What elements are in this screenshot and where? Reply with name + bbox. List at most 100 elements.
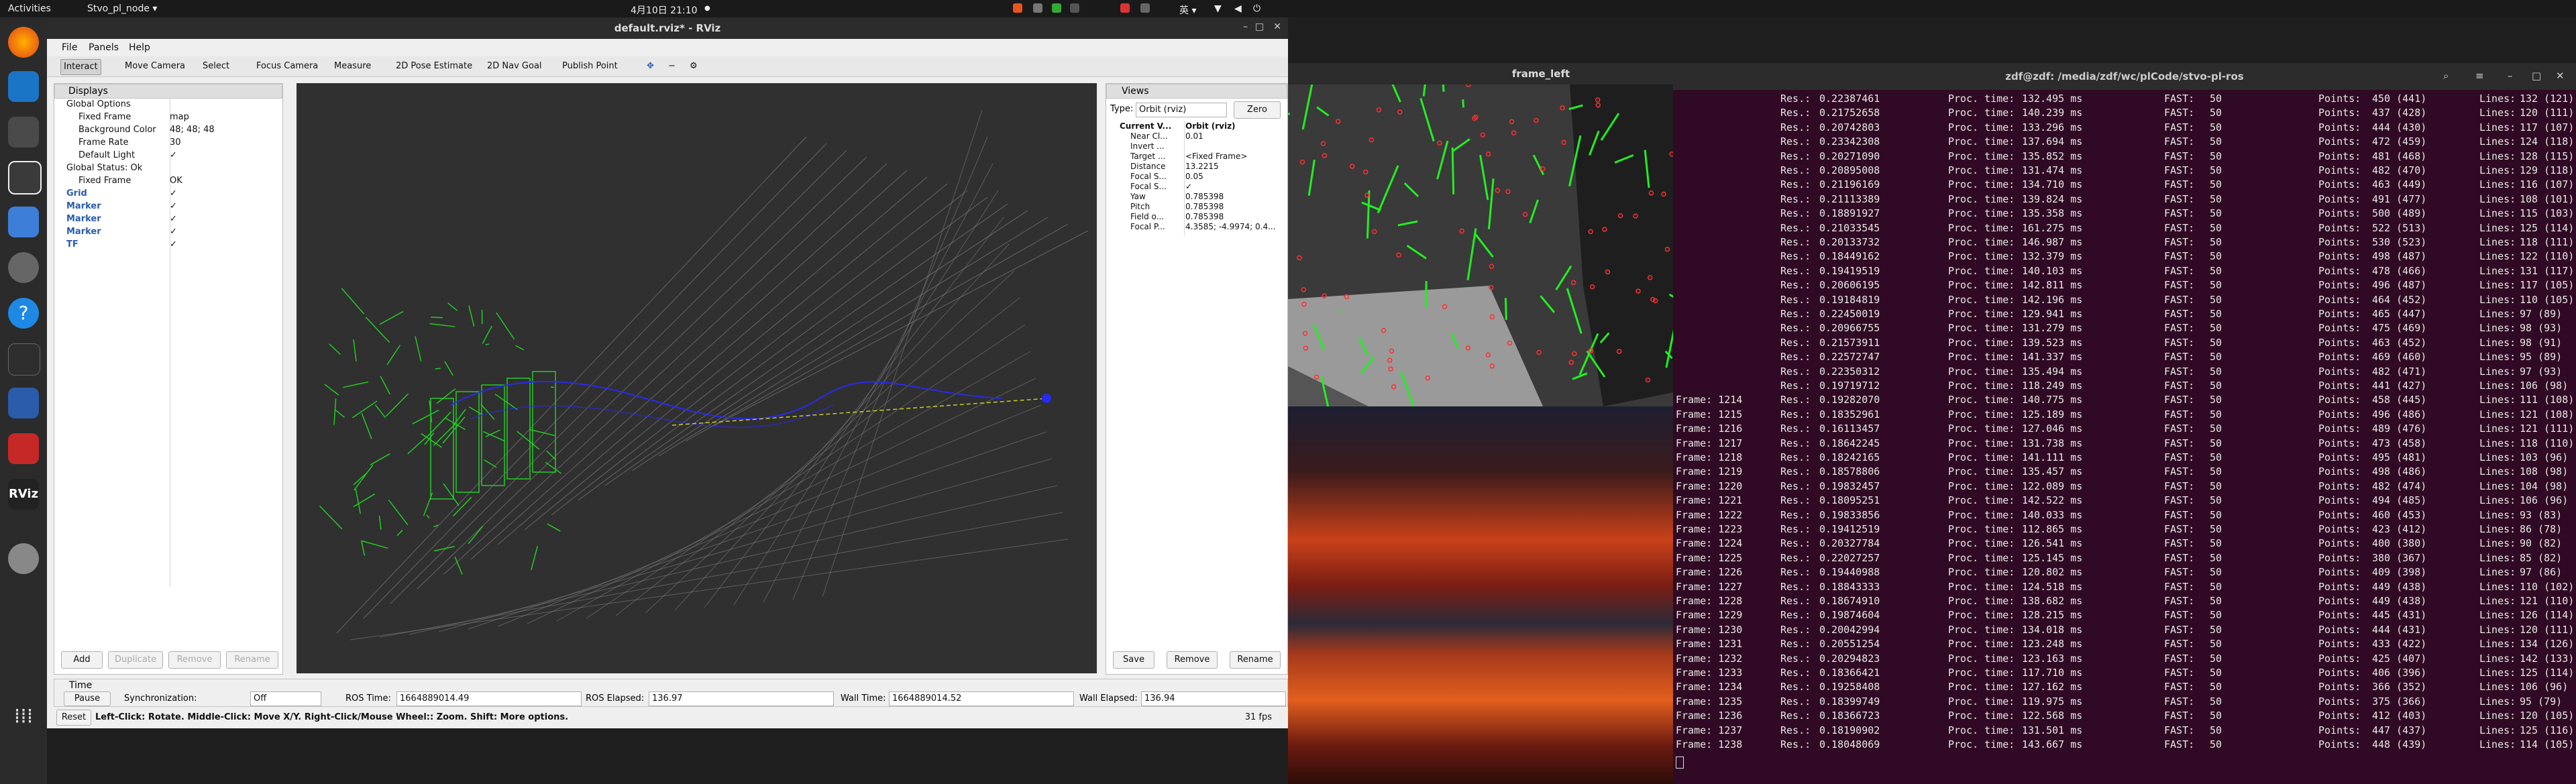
minimize-button[interactable]: – [1243, 21, 1248, 32]
terminal-maximize-button[interactable]: □ [2532, 70, 2541, 82]
indicator-icon[interactable] [1013, 3, 1022, 13]
files-icon[interactable] [8, 117, 39, 148]
display-row[interactable]: Fixed Frame OK [54, 175, 281, 187]
display-row[interactable]: Frame Rate 30 [54, 137, 281, 149]
view-row[interactable]: Yaw 0.785398 [1106, 192, 1286, 202]
libreoffice-impress-icon[interactable] [8, 433, 39, 464]
tool-2d-nav-goal[interactable]: 2D Nav Goal [484, 59, 545, 74]
settings-icon[interactable] [8, 252, 39, 283]
remove-button[interactable]: Remove [168, 651, 221, 669]
remove-tool-icon[interactable]: − [665, 59, 678, 74]
app-menu[interactable]: Stvo_pl_node ▾ [87, 3, 157, 14]
view-row[interactable]: Current V... Orbit (rviz) [1106, 121, 1286, 131]
apps-grid-icon[interactable]: ⁞⁞⁞ [8, 702, 39, 732]
close-button[interactable]: ✕ [1273, 21, 1281, 32]
display-row[interactable]: Marker ✓ [54, 213, 281, 225]
display-row-value[interactable]: ✓ [170, 201, 177, 213]
view-row-value[interactable]: 0.01 [1185, 131, 1203, 142]
view-row[interactable]: Distance 13.2215 [1106, 162, 1286, 172]
tool-move-camera[interactable]: Move Camera [122, 59, 188, 74]
tool-focus-camera[interactable]: Focus Camera [254, 59, 321, 74]
view-row-value[interactable]: 13.2215 [1185, 162, 1219, 172]
view-row-value[interactable]: 0.785398 [1185, 202, 1224, 212]
disk-icon[interactable] [8, 543, 39, 574]
tool-2d-pose-estimate[interactable]: 2D Pose Estimate [393, 59, 475, 74]
terminal-icon[interactable] [8, 161, 42, 194]
indicator3-icon[interactable] [1070, 3, 1079, 13]
view-row-value[interactable]: 0.785398 [1185, 192, 1224, 202]
scene-render[interactable] [297, 83, 1097, 673]
display-row[interactable]: Marker ✓ [54, 226, 281, 238]
indicator4-icon[interactable] [1120, 3, 1130, 13]
ros-elapsed-field[interactable]: 136.97 [649, 691, 834, 706]
activities-button[interactable]: Activities [8, 3, 51, 14]
volume-icon[interactable]: ◀ [1234, 3, 1242, 14]
reset-button[interactable]: Reset [56, 710, 91, 726]
ros-time-field[interactable]: 1664889014.49 [396, 691, 582, 706]
rename-button[interactable]: Rename [226, 651, 278, 669]
indicator5-icon[interactable] [1140, 3, 1150, 13]
add-tool-icon[interactable]: ✥ [644, 59, 657, 74]
view-row[interactable]: Pitch 0.785398 [1106, 202, 1286, 212]
view-row-value[interactable]: ✓ [1185, 182, 1192, 192]
type-select[interactable]: Orbit (rviz) [1136, 103, 1227, 117]
display-row[interactable]: TF ✓ [54, 239, 281, 251]
display-row[interactable]: Background Color 48; 48; 48 [54, 124, 281, 136]
terminal-search-icon[interactable]: ⌕ [2443, 70, 2449, 82]
display-row-value[interactable]: ✓ [170, 226, 177, 238]
duplicate-button[interactable]: Duplicate [108, 651, 163, 669]
power-icon[interactable]: ⏻ [1253, 3, 1260, 14]
display-row[interactable]: Global Options [54, 99, 281, 111]
indicator2-icon[interactable] [1033, 3, 1042, 13]
view-row-value[interactable]: 4.3585; -4.9974; 0.4... [1185, 222, 1276, 232]
views-rename-button[interactable]: Rename [1230, 651, 1281, 669]
rviz-icon[interactable]: RViz [8, 479, 39, 510]
sync-select[interactable]: Off [250, 691, 321, 706]
view-row[interactable]: Focal P... 4.3585; -4.9974; 0.4... [1106, 222, 1286, 232]
view-row[interactable]: Focal S... ✓ [1106, 182, 1286, 192]
display-row-value[interactable]: 48; 48; 48 [170, 124, 215, 136]
view-row-value[interactable]: Orbit (rviz) [1185, 121, 1236, 131]
clock[interactable]: 4月10日 21:10 [631, 3, 698, 17]
menu-help[interactable]: Help [129, 42, 150, 53]
terminal2-icon[interactable] [8, 343, 40, 376]
view-row[interactable]: Near Cl... 0.01 [1106, 131, 1286, 142]
view-row-value[interactable]: <Fixed Frame> [1185, 152, 1247, 162]
tool-measure[interactable]: Measure [331, 59, 374, 74]
view-row[interactable]: Focal S... 0.05 [1106, 172, 1286, 182]
wall-elapsed-field[interactable]: 136.94 [1141, 691, 1286, 706]
firefox-icon[interactable] [8, 27, 39, 58]
input-method[interactable]: 英 ▾ [1179, 3, 1196, 17]
view-row-value[interactable]: 0.05 [1185, 172, 1203, 182]
display-row-value[interactable]: map [170, 111, 189, 123]
3d-viewport[interactable] [297, 83, 1097, 673]
wifi-icon[interactable]: ▼ [1214, 3, 1222, 14]
tool-interact[interactable]: Interact [60, 59, 101, 75]
menu-file[interactable]: File [62, 42, 77, 53]
display-row-value[interactable]: ✓ [170, 213, 177, 225]
display-row[interactable]: Fixed Frame map [54, 111, 281, 123]
view-row[interactable]: Invert ... [1106, 142, 1286, 152]
help-icon[interactable]: ? [8, 298, 39, 329]
display-row-value[interactable]: 30 [170, 137, 181, 149]
display-row-value[interactable]: ✓ [170, 150, 177, 162]
tool-publish-point[interactable]: Publish Point [559, 59, 621, 74]
display-row[interactable]: Default Light ✓ [54, 150, 281, 162]
views-save-button[interactable]: Save [1113, 651, 1155, 669]
display-row[interactable]: Global Status: Ok [54, 162, 281, 174]
display-row[interactable]: Marker ✓ [54, 201, 281, 213]
view-row[interactable]: Field o... 0.785398 [1106, 212, 1286, 222]
menu-panels[interactable]: Panels [89, 42, 119, 53]
vscode-icon[interactable] [8, 71, 39, 102]
libreoffice-icon[interactable] [8, 388, 39, 418]
pause-button[interactable]: Pause [64, 691, 111, 706]
wall-time-field[interactable]: 1664889014.52 [889, 691, 1074, 706]
screenshot-icon[interactable] [8, 207, 39, 237]
wechat-icon[interactable] [1052, 3, 1061, 13]
view-row-value[interactable]: 0.785398 [1185, 212, 1224, 222]
views-remove-button[interactable]: Remove [1167, 651, 1218, 669]
zero-button[interactable]: Zero [1234, 101, 1281, 119]
display-row-value[interactable]: OK [170, 175, 182, 187]
terminal-menu-icon[interactable]: ≡ [2475, 70, 2484, 82]
terminal-minimize-button[interactable]: – [2508, 70, 2513, 82]
